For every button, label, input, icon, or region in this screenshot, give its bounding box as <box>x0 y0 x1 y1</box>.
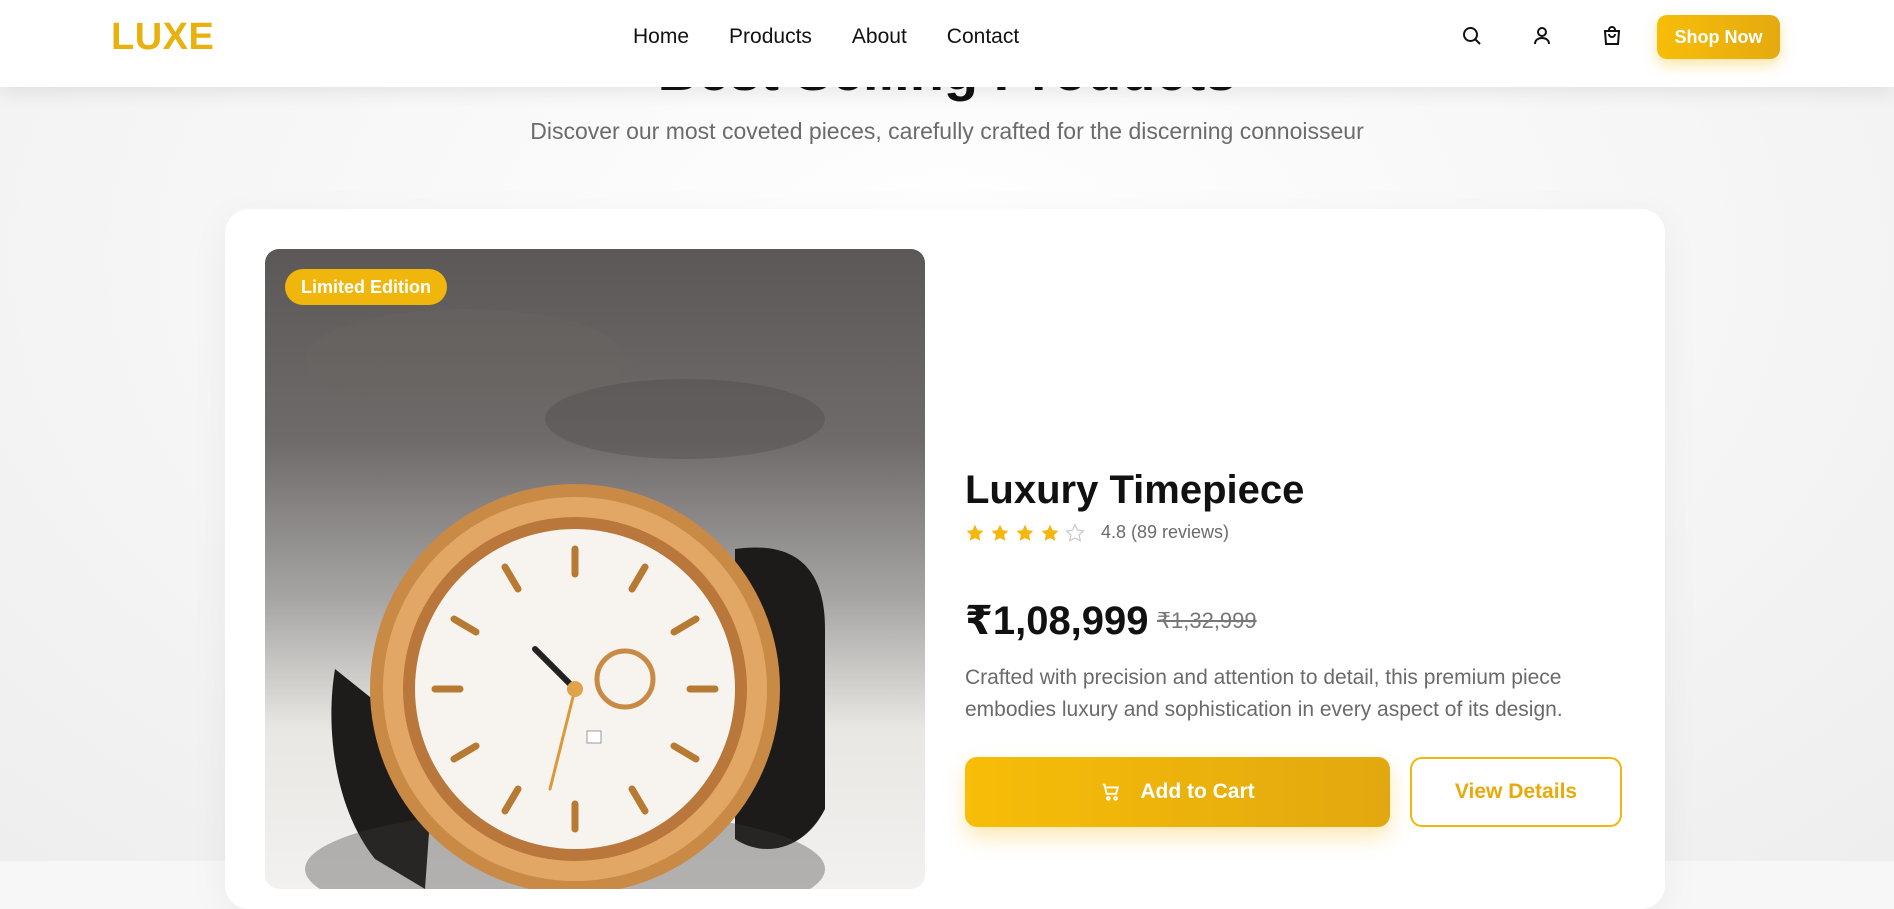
star-filled-icon <box>991 524 1009 541</box>
star-filled-icon <box>1016 524 1034 541</box>
nav-products[interactable]: Products <box>729 25 812 49</box>
rating-text: 4.8 (89 reviews) <box>1101 522 1230 542</box>
logo[interactable]: LUXE <box>111 16 214 59</box>
limited-edition-badge: Limited Edition <box>285 269 447 305</box>
add-to-cart-button[interactable]: Add to Cart <box>965 757 1390 827</box>
site-header: LUXE Home Products About Contact Shop No… <box>0 0 1894 87</box>
shopping-bag-icon[interactable] <box>1600 24 1628 52</box>
cart-icon <box>1103 783 1120 801</box>
view-details-button[interactable]: View Details <box>1410 757 1622 827</box>
product-description: Crafted with precision and attention to … <box>965 666 1563 721</box>
add-to-cart-label: Add to Cart <box>1140 780 1255 803</box>
star-empty-icon <box>1065 522 1085 542</box>
shop-now-button[interactable]: Shop Now <box>1657 15 1780 59</box>
main-nav: Home Products About Contact <box>633 25 1059 49</box>
star-filled-icon <box>966 524 984 541</box>
nav-home[interactable]: Home <box>633 25 689 49</box>
watch-illustration <box>305 309 825 889</box>
product-rating: 4.8 (89 reviews) <box>965 522 1229 543</box>
search-icon[interactable] <box>1460 24 1488 52</box>
product-title: Luxury Timepiece <box>965 468 1305 512</box>
product-price: ₹1,08,999 <box>965 599 1149 643</box>
product-image[interactable] <box>265 249 925 889</box>
star-filled-icon <box>1041 524 1059 541</box>
nav-contact[interactable]: Contact <box>947 25 1019 49</box>
nav-about[interactable]: About <box>852 25 907 49</box>
user-icon[interactable] <box>1530 24 1558 52</box>
section-subtitle: Discover our most coveted pieces, carefu… <box>530 118 1364 144</box>
product-old-price: ₹1,32,999 <box>1157 608 1257 633</box>
